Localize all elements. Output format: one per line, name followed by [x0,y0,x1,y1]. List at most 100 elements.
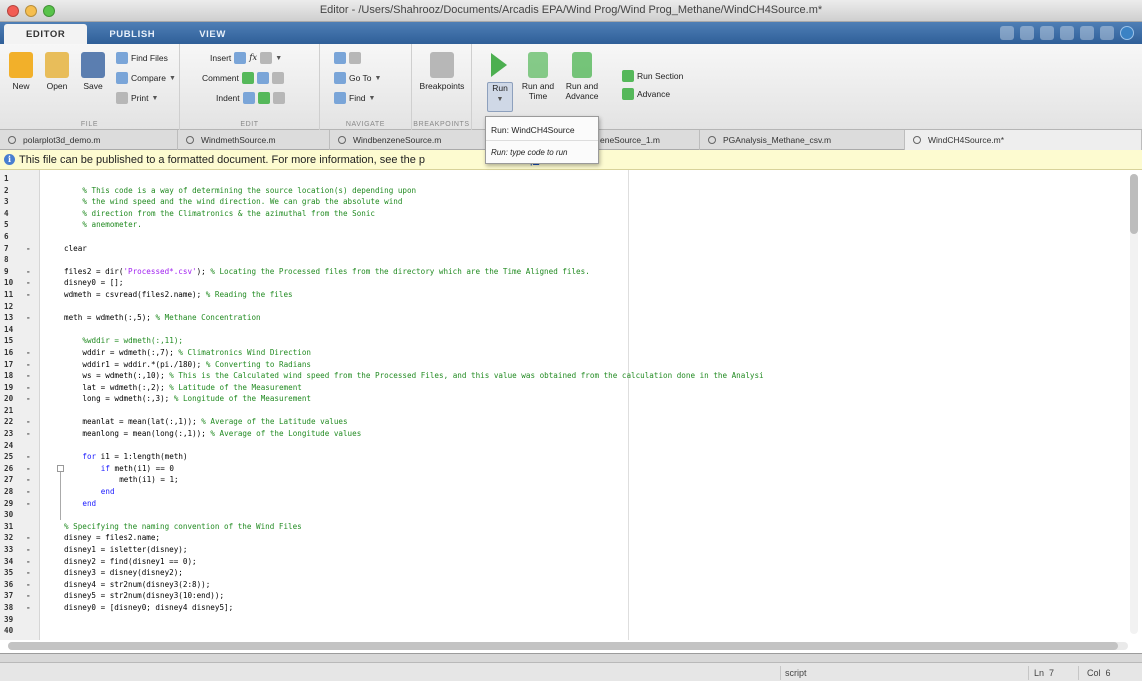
code-line[interactable]: 36 - disney4 = str2num(disney3(2:8)); [0,579,764,591]
code-line[interactable]: 16- wddir = wdmeth(:,7); % Climatronics W… [0,347,764,359]
uncomment-icon[interactable] [256,72,269,84]
code-line[interactable]: 11- wdmeth = csvread(files2.name); % Read… [0,289,764,301]
decrease-indent-icon[interactable] [272,92,285,104]
breakpoint-marker[interactable]: - [26,602,36,614]
doc-tab-polarplot3d[interactable]: polarplot3d_demo.m [0,130,178,150]
doc-tab-pganalysis[interactable]: PGAnalysis_Methane_csv.m [700,130,905,150]
breakpoint-marker[interactable]: - [26,312,36,324]
code-line[interactable]: 24 [0,440,764,452]
code-line[interactable]: 2 % This code is a way of determining the… [0,185,764,197]
code-line[interactable]: 3 % the wind speed and the wind direction… [0,196,764,208]
code-line[interactable]: 7 - clear [0,243,764,255]
navigate-back-button[interactable] [334,50,361,66]
breakpoint-marker[interactable] [26,335,36,347]
wrap-comments-icon[interactable] [271,72,284,84]
code-fold-toggle[interactable] [57,465,64,472]
run-type-code-menu-item[interactable]: Run: type code to run [486,141,598,163]
breakpoint-marker[interactable] [26,521,36,533]
close-tab-icon[interactable] [8,136,16,144]
advance-button[interactable]: Advance [622,86,670,102]
breakpoint-marker[interactable] [26,405,36,417]
doc-tab-windbenzenesource[interactable]: WindbenzeneSource.m [330,130,490,150]
code-line[interactable]: 29 - end [0,498,764,510]
breakpoint-marker[interactable]: - [26,463,36,475]
close-tab-icon[interactable] [338,136,346,144]
breakpoint-marker[interactable]: - [26,486,36,498]
compare-button[interactable]: Compare ▼ [116,70,176,86]
breakpoint-marker[interactable]: - [26,451,36,463]
run-and-time-button[interactable]: Run and Time [518,52,558,101]
save-button[interactable]: Save [76,52,110,91]
breakpoint-marker[interactable]: - [26,347,36,359]
breakpoint-marker[interactable]: - [26,289,36,301]
vertical-scroll-thumb[interactable] [1130,174,1138,234]
code-line[interactable]: 14 [0,324,764,336]
increase-indent-icon[interactable] [257,92,270,104]
code-line[interactable]: 20- long = wdmeth(:,3); % Longitude of th… [0,393,764,405]
horizontal-scrollbar[interactable] [8,642,1128,650]
code-line[interactable]: 32 - disney = files2.name; [0,532,764,544]
quick-cut-icon[interactable] [1020,26,1034,40]
breakpoint-marker[interactable]: - [26,474,36,486]
tab-view[interactable]: VIEW [177,24,248,44]
breakpoint-marker[interactable]: - [26,428,36,440]
code-line[interactable]: 30 [0,509,764,521]
run-button[interactable]: Run ▼ [487,82,513,112]
breakpoint-marker[interactable] [26,509,36,521]
code-editor[interactable]: 1 2% This code is a way of determining th… [0,170,1142,654]
code-line[interactable]: 21 [0,405,764,417]
doc-tab-windch4source[interactable]: WindCH4Source.m* [905,130,1142,150]
breakpoint-marker[interactable]: - [26,579,36,591]
close-window-button[interactable] [7,4,19,17]
breakpoint-marker[interactable] [26,625,36,637]
quick-redo-icon[interactable] [1100,26,1114,40]
close-tab-icon[interactable] [708,136,716,144]
breakpoint-marker[interactable] [26,219,36,231]
breakpoints-button[interactable]: Breakpoints [416,52,468,91]
code-line[interactable]: 31 % Specifying the naming convention of … [0,521,764,533]
breakpoint-marker[interactable] [26,440,36,452]
code-line[interactable]: 6 [0,231,764,243]
quick-undo-icon[interactable] [1080,26,1094,40]
code-line[interactable]: 4 % direction from the Climatronics & the… [0,208,764,220]
run-and-advance-button[interactable]: Run and Advance [560,52,604,101]
forward-arrow-icon[interactable] [349,52,361,64]
breakpoint-marker[interactable]: - [26,266,36,278]
code-line[interactable]: 26 - if meth(i1) == 0 [0,463,764,475]
code-line[interactable]: 39 [0,614,764,626]
quick-copy-icon[interactable] [1040,26,1054,40]
quick-save-icon[interactable] [1000,26,1014,40]
code-line[interactable]: 35 - disney3 = disney(disney2); [0,567,764,579]
breakpoint-marker[interactable] [26,301,36,313]
code-line[interactable]: 27 - meth(i1) = 1; [0,474,764,486]
tab-publish[interactable]: PUBLISH [87,24,177,44]
breakpoint-marker[interactable]: - [26,382,36,394]
code-line[interactable]: 10 - disney0 = []; [0,277,764,289]
breakpoint-marker[interactable]: - [26,498,36,510]
smart-indent-icon[interactable] [242,92,255,104]
fx-icon[interactable]: fx [249,53,257,63]
close-tab-icon[interactable] [913,136,921,144]
code-line[interactable]: 28 - end [0,486,764,498]
help-icon[interactable] [1120,26,1134,40]
breakpoint-marker[interactable]: - [26,359,36,371]
code-line[interactable]: 37 - disney5 = str2num(disney3(10:end)); [0,590,764,602]
find-files-button[interactable]: Find Files [116,50,168,66]
code-line[interactable]: 13- meth = wdmeth(:,5); % Methane Concent… [0,312,764,324]
breakpoint-marker[interactable]: - [26,393,36,405]
breakpoint-marker[interactable] [26,254,36,266]
breakpoint-marker[interactable] [26,208,36,220]
code-line[interactable]: 33 - disney1 = isletter(disney); [0,544,764,556]
doc-tab-windmethsource[interactable]: WindmethSource.m [178,130,330,150]
breakpoint-marker[interactable] [26,185,36,197]
code-line[interactable]: 17- wddir1 = wddir.*(pi./180); % Converti… [0,359,764,371]
find-button[interactable]: Find ▼ [334,90,375,106]
code-line[interactable]: 19- lat = wdmeth(:,2); % Latitude of the … [0,382,764,394]
breakpoint-marker[interactable]: - [26,243,36,255]
breakpoint-marker[interactable]: - [26,532,36,544]
minimize-window-button[interactable] [25,4,37,17]
breakpoint-marker[interactable]: - [26,567,36,579]
comment-button[interactable]: Comment [202,70,284,86]
insert-button[interactable]: Insert fx ▼ [210,50,282,66]
vertical-scrollbar[interactable] [1130,174,1138,634]
